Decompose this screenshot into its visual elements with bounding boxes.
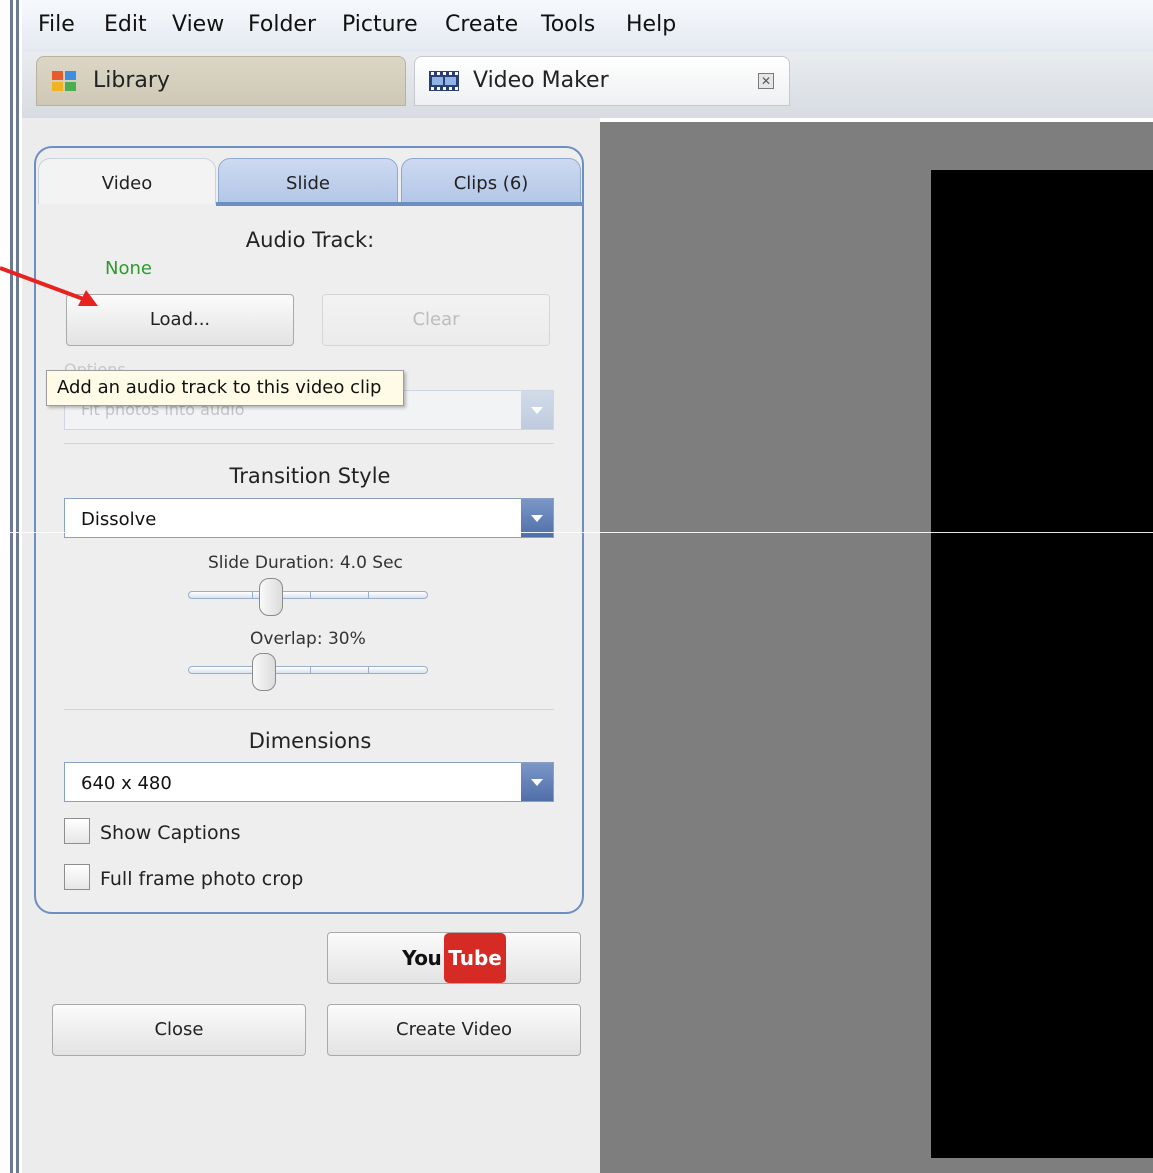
slider-tick bbox=[368, 591, 369, 599]
menu-picture[interactable]: Picture bbox=[342, 12, 418, 37]
library-icon bbox=[51, 70, 77, 96]
close-tab-icon[interactable]: ✕ bbox=[758, 73, 774, 89]
subtab-video[interactable]: Video bbox=[38, 158, 216, 204]
full-frame-crop-label[interactable]: Full frame photo crop bbox=[100, 868, 303, 890]
overlap-track[interactable] bbox=[188, 666, 428, 674]
close-button[interactable]: Close bbox=[52, 1004, 306, 1056]
transition-style-value: Dissolve bbox=[81, 509, 157, 530]
chevron-down-icon bbox=[521, 391, 553, 429]
menu-file[interactable]: File bbox=[38, 12, 75, 37]
slider-tick bbox=[368, 666, 369, 674]
create-video-button[interactable]: Create Video bbox=[327, 1004, 581, 1056]
video-preview-frame bbox=[931, 170, 1153, 1158]
audio-track-title: Audio Track: bbox=[245, 228, 375, 252]
slider-tick bbox=[252, 591, 253, 599]
dimensions-select[interactable]: 640 x 480 bbox=[64, 762, 554, 802]
slider-tick bbox=[310, 591, 311, 599]
subtab-clips[interactable]: Clips (6) bbox=[401, 158, 581, 204]
youtube-logo-tube: Tube bbox=[444, 933, 506, 983]
load-tooltip: Add an audio track to this video clip bbox=[46, 370, 404, 406]
tab-library-label: Library bbox=[93, 68, 170, 93]
slide-duration-label: Slide Duration: 4.0 Sec bbox=[208, 553, 403, 573]
window-border-line bbox=[16, 0, 19, 1173]
youtube-upload-button[interactable]: You Tube bbox=[327, 932, 581, 984]
menu-help[interactable]: Help bbox=[626, 12, 676, 37]
menu-view[interactable]: View bbox=[172, 12, 224, 37]
guide-line bbox=[0, 532, 1153, 533]
menu-tools[interactable]: Tools bbox=[541, 12, 595, 37]
subtab-slide[interactable]: Slide bbox=[218, 158, 398, 204]
tab-video-maker-label: Video Maker bbox=[473, 68, 609, 93]
full-frame-crop-checkbox[interactable] bbox=[64, 864, 90, 890]
slide-duration-thumb[interactable] bbox=[259, 578, 283, 616]
menu-bar: File Edit View Folder Picture Create Too… bbox=[22, 0, 1153, 53]
menu-folder[interactable]: Folder bbox=[248, 12, 316, 37]
audio-track-value: None bbox=[105, 258, 152, 279]
window-border-line bbox=[10, 0, 13, 1173]
dimensions-value: 640 x 480 bbox=[81, 773, 172, 794]
chevron-down-icon bbox=[521, 763, 553, 801]
tab-library[interactable]: Library bbox=[36, 56, 406, 106]
show-captions-label[interactable]: Show Captions bbox=[100, 822, 241, 844]
overlap-label: Overlap: 30% bbox=[250, 629, 366, 649]
slider-tick bbox=[310, 666, 311, 674]
clear-audio-button[interactable]: Clear bbox=[322, 294, 550, 346]
youtube-logo-you: You bbox=[402, 946, 442, 970]
tab-video-maker[interactable]: Video Maker bbox=[414, 56, 790, 106]
subtab-underline bbox=[216, 202, 582, 206]
slide-duration-track[interactable] bbox=[188, 591, 428, 599]
film-strip-icon bbox=[429, 71, 459, 95]
show-captions-checkbox[interactable] bbox=[64, 818, 90, 844]
section-divider bbox=[64, 709, 554, 710]
section-divider bbox=[64, 443, 554, 444]
menu-create[interactable]: Create bbox=[445, 12, 518, 37]
dimensions-title: Dimensions bbox=[248, 729, 372, 753]
menu-edit[interactable]: Edit bbox=[104, 12, 147, 37]
annotation-arrow-icon bbox=[0, 266, 98, 306]
overlap-thumb[interactable] bbox=[252, 653, 276, 691]
transition-style-title: Transition Style bbox=[229, 464, 391, 488]
